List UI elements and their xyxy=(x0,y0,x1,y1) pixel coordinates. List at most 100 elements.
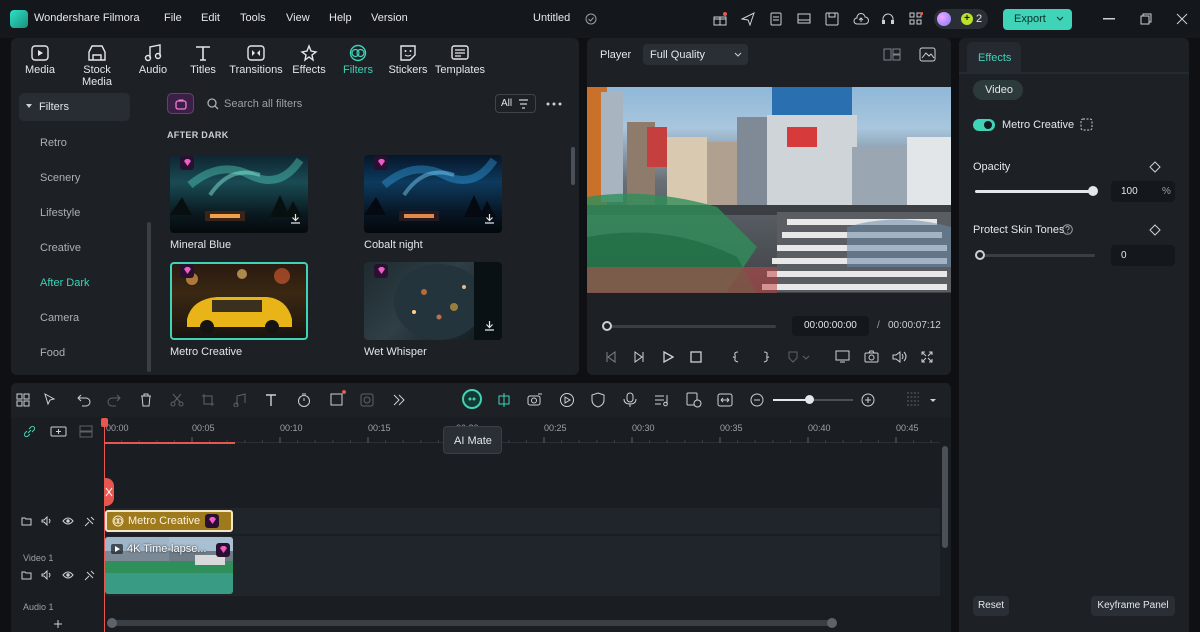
sidebar-item-retro[interactable]: Retro xyxy=(40,137,67,149)
sidebar-item-camera[interactable]: Camera xyxy=(40,312,79,324)
skin-tones-value-field[interactable]: 0 xyxy=(1111,245,1175,266)
skin-tones-slider-thumb[interactable] xyxy=(975,250,985,260)
video-preview[interactable] xyxy=(587,87,951,293)
compare-view-icon[interactable] xyxy=(883,48,901,61)
tool-media[interactable]: Media xyxy=(10,44,70,76)
help-circle-icon[interactable] xyxy=(1062,224,1073,235)
previous-frame-icon[interactable] xyxy=(605,351,617,363)
more-tools-icon[interactable] xyxy=(393,394,405,406)
sidebar-item-scenery[interactable]: Scenery xyxy=(40,172,80,184)
gift-icon[interactable] xyxy=(713,12,727,26)
snap-magnet-icon[interactable] xyxy=(496,392,512,408)
filters-category-header[interactable]: Filters xyxy=(19,93,130,121)
keyframe-diamond-icon[interactable] xyxy=(1149,224,1161,236)
headset-icon[interactable] xyxy=(881,12,895,26)
sidebar-item-after-dark[interactable]: After Dark xyxy=(40,277,90,289)
shield-icon[interactable] xyxy=(591,392,605,408)
split-scissors-icon[interactable] xyxy=(170,393,184,407)
menu-view[interactable]: View xyxy=(286,12,310,24)
folder-icon[interactable] xyxy=(21,570,32,580)
opacity-value-field[interactable]: 100 % xyxy=(1111,181,1175,202)
zoom-slider-thumb[interactable] xyxy=(805,395,814,404)
reset-button[interactable]: Reset xyxy=(973,596,1009,616)
monitor-icon[interactable] xyxy=(797,12,811,26)
tool-titles[interactable]: Titles xyxy=(173,44,233,76)
timeline-horizontal-scrollbar[interactable] xyxy=(107,618,837,628)
download-icon[interactable] xyxy=(290,213,301,224)
skin-tones-slider-track[interactable] xyxy=(975,254,1095,257)
sidebar-item-creative[interactable]: Creative xyxy=(40,242,81,254)
subtab-video[interactable]: Video xyxy=(973,80,1023,100)
tab-effects[interactable]: Effects xyxy=(967,42,1021,72)
next-frame-icon[interactable] xyxy=(633,351,645,363)
delete-icon[interactable] xyxy=(139,393,153,407)
volume-icon[interactable] xyxy=(892,350,907,363)
more-options-icon[interactable] xyxy=(546,102,562,106)
effect-mask-icon[interactable] xyxy=(1080,118,1093,131)
display-settings-icon[interactable] xyxy=(835,350,850,363)
track-manager-icon[interactable] xyxy=(79,425,93,438)
volume-icon[interactable] xyxy=(41,570,53,580)
quality-dropdown[interactable]: Full Quality xyxy=(643,44,748,65)
work-area-range[interactable] xyxy=(104,442,235,444)
sidebar-item-food[interactable]: Food xyxy=(40,347,65,359)
ai-portrait-icon[interactable] xyxy=(360,393,374,407)
minimize-icon[interactable] xyxy=(1103,18,1115,20)
keyframe-panel-button[interactable]: Keyframe Panel xyxy=(1091,596,1175,616)
folder-icon[interactable] xyxy=(21,516,32,526)
send-icon[interactable] xyxy=(741,12,755,26)
apps-grid-icon[interactable] xyxy=(909,12,923,26)
download-icon[interactable] xyxy=(484,213,495,224)
tool-transitions[interactable]: Transitions xyxy=(226,44,286,76)
menu-tools[interactable]: Tools xyxy=(240,12,266,24)
volume-icon[interactable] xyxy=(41,516,53,526)
video-clip[interactable]: 4K Time-lapse... xyxy=(105,537,233,594)
auto-play-icon[interactable] xyxy=(559,392,575,408)
browser-scrollbar[interactable] xyxy=(571,147,575,185)
scissors-marker[interactable] xyxy=(104,478,114,506)
marker-icon[interactable] xyxy=(788,351,810,363)
export-button[interactable]: Export xyxy=(1003,9,1072,30)
text-tool-icon[interactable] xyxy=(265,393,279,407)
lock-icon[interactable] xyxy=(84,570,95,581)
close-icon[interactable] xyxy=(1176,13,1188,25)
sidebar-item-lifestyle[interactable]: Lifestyle xyxy=(40,207,80,219)
stop-icon[interactable] xyxy=(690,351,702,363)
lock-icon[interactable] xyxy=(84,516,95,527)
current-time-display[interactable]: 00:00:00:00 xyxy=(792,316,869,336)
link-icon[interactable] xyxy=(23,425,36,438)
fullscreen-icon[interactable] xyxy=(921,351,933,363)
restore-icon[interactable] xyxy=(1140,13,1152,25)
play-icon[interactable] xyxy=(662,351,674,363)
mark-out-icon[interactable] xyxy=(762,351,770,363)
timeline-vertical-scrollbar[interactable] xyxy=(942,446,948,548)
menu-file[interactable]: File xyxy=(164,12,182,24)
snapshot-image-icon[interactable] xyxy=(919,47,936,62)
fit-timeline-icon[interactable] xyxy=(717,392,733,408)
eye-icon[interactable] xyxy=(62,570,74,580)
audio-edit-icon[interactable] xyxy=(233,393,247,407)
filter-store-button[interactable] xyxy=(167,93,194,114)
audio-mix-icon[interactable] xyxy=(654,392,670,408)
mark-in-icon[interactable] xyxy=(732,351,740,363)
filter-all-dropdown[interactable]: All xyxy=(495,94,536,113)
layout-grid-icon[interactable] xyxy=(16,393,30,407)
camera-snapshot-icon[interactable] xyxy=(864,350,879,363)
select-tool-icon[interactable] xyxy=(43,393,57,407)
account-credits[interactable]: + 2 xyxy=(934,9,988,29)
replace-clip-icon[interactable] xyxy=(686,392,702,408)
record-voice-screen-icon[interactable] xyxy=(527,392,543,408)
save-icon[interactable] xyxy=(825,12,839,26)
timeline-view-options-icon[interactable] xyxy=(906,391,938,409)
menu-help[interactable]: Help xyxy=(329,12,352,24)
add-audio-track-icon[interactable] xyxy=(54,620,62,628)
undo-icon[interactable] xyxy=(77,393,91,407)
opacity-slider-thumb[interactable] xyxy=(1088,186,1098,196)
playback-progress-track[interactable] xyxy=(607,325,776,328)
sidebar-scrollbar[interactable] xyxy=(147,222,151,372)
tool-stock-media[interactable]: Stock Media xyxy=(67,44,127,88)
menu-edit[interactable]: Edit xyxy=(201,12,220,24)
playback-scrubber[interactable] xyxy=(602,321,612,331)
microphone-icon[interactable] xyxy=(623,392,637,408)
zoom-out-icon[interactable] xyxy=(750,393,764,407)
